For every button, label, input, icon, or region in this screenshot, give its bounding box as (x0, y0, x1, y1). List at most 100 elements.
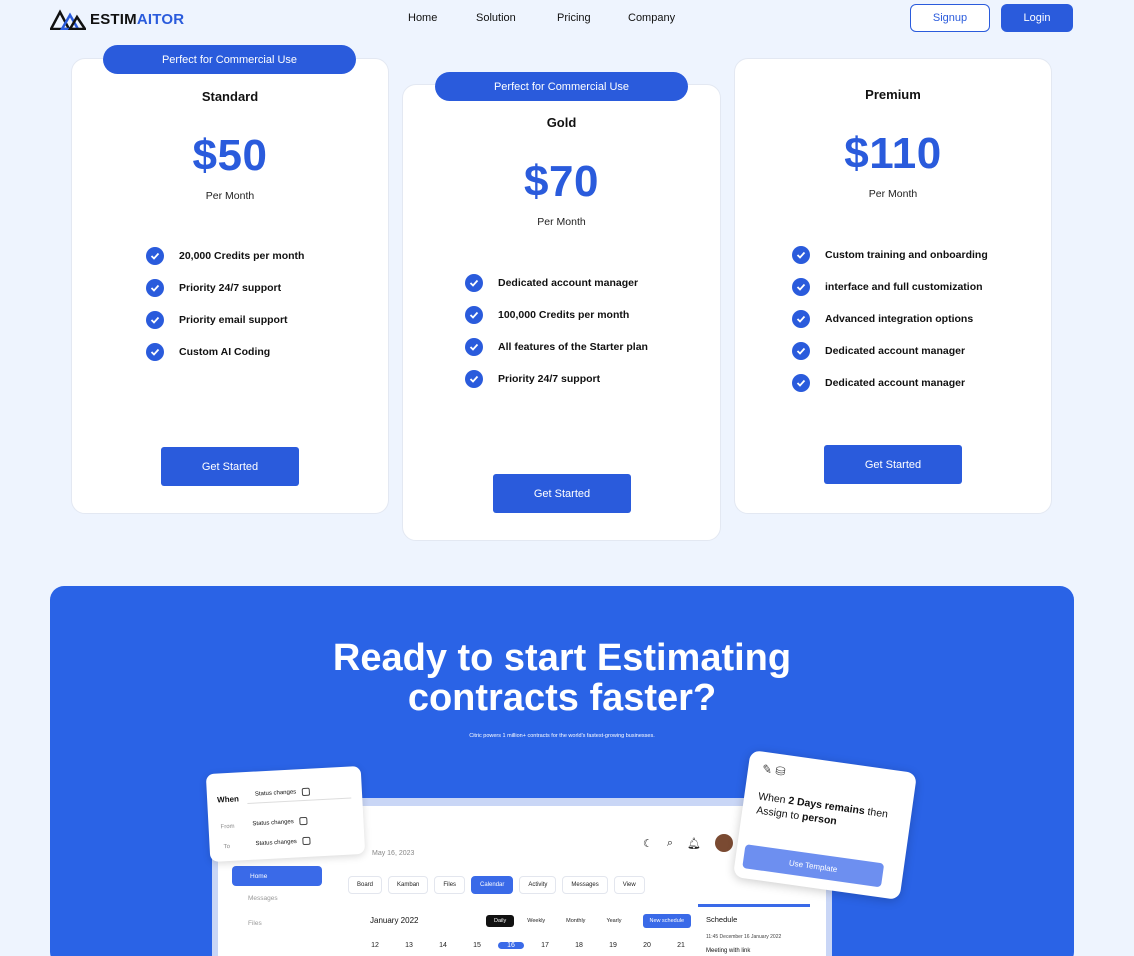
bell-icon[interactable]: 🔔︎ (687, 837, 701, 850)
nav-link-home[interactable]: Home (408, 12, 437, 24)
sidebar-item-home[interactable]: Home (232, 866, 322, 886)
sidebar-item-messages[interactable]: Messages (248, 895, 278, 902)
day-cell[interactable]: 12 (358, 942, 392, 949)
day-cell[interactable]: 15 (460, 942, 494, 949)
plan-badge: Perfect for Commercial Use (435, 72, 688, 101)
day-cell[interactable]: 14 (426, 942, 460, 949)
day-cell[interactable]: 19 (596, 942, 630, 949)
feature-item: Custom AI Coding (146, 336, 304, 368)
check-icon (792, 246, 810, 264)
automation-days-card: ✎ ⛁ When 2 Days remains then Assign to p… (732, 749, 918, 901)
chevron-down-icon (302, 836, 312, 846)
check-icon (146, 247, 164, 265)
cta-section: Ready to start Estimating contracts fast… (50, 586, 1074, 956)
tab-calendar[interactable]: Calendar (471, 876, 514, 894)
tab-activity[interactable]: Activity (519, 876, 557, 894)
day-cell[interactable]: 21 (664, 942, 698, 949)
plan-name: Premium (865, 87, 921, 102)
plan-badge: Perfect for Commercial Use (103, 45, 356, 74)
feature-item: Dedicated account manager (792, 367, 988, 399)
view-monthly[interactable]: Monthly (558, 915, 593, 927)
feature-item: 100,000 Credits per month (465, 299, 648, 331)
schedule-item[interactable]: Meeting with link (706, 948, 810, 954)
tab-messages[interactable]: Messages (562, 876, 608, 894)
search-icon[interactable]: ⌕ (667, 837, 673, 850)
chevron-down-icon (299, 816, 308, 826)
schedule-title: Schedule (706, 915, 738, 924)
feature-list: 20,000 Credits per month Priority 24/7 s… (146, 240, 304, 368)
feature-item: Dedicated account manager (792, 335, 988, 367)
feature-list: Custom training and onboarding interface… (792, 239, 988, 399)
feature-item: Dedicated account manager (465, 267, 648, 299)
logo-mark-icon (50, 9, 86, 30)
use-template-button[interactable]: Use Template (742, 844, 885, 888)
feature-item: All features of the Starter plan (465, 331, 648, 363)
plan-price: $110 (844, 129, 942, 178)
logo[interactable]: ESTIMAITOR (50, 8, 184, 30)
tab-view[interactable]: View (613, 876, 645, 894)
feature-list: Dedicated account manager 100,000 Credit… (465, 267, 648, 395)
signup-button[interactable]: Signup (910, 4, 990, 32)
nav-link-pricing[interactable]: Pricing (557, 12, 591, 24)
day-cell[interactable]: 20 (630, 942, 664, 949)
plan-card-premium: Premium $110 Per Month Custom training a… (734, 58, 1052, 514)
plan-card-standard: Standard $50 Per Month 20,000 Credits pe… (71, 58, 389, 514)
logo-text: ESTIMAITOR (90, 10, 185, 28)
app-date: May 16, 2023 (372, 850, 415, 857)
day-cell[interactable]: 17 (528, 942, 562, 949)
day-strip: 12 13 14 15 16 17 18 19 20 21 (358, 942, 698, 949)
top-nav: ESTIMAITOR Home Solution Pricing Company… (0, 0, 1134, 40)
login-button[interactable]: Login (1001, 4, 1073, 32)
get-started-button[interactable]: Get Started (161, 447, 299, 486)
check-icon (465, 338, 483, 356)
new-schedule-button[interactable]: New schedule (642, 914, 692, 928)
schedule-panel: Schedule 11:45 December 16 January 2022 … (698, 904, 810, 956)
avatar[interactable] (715, 834, 734, 852)
tab-bar: Board Kamban Files Calendar Activity Mes… (348, 876, 645, 894)
plan-name: Gold (546, 115, 577, 130)
app-header-icons: ☾ ⌕ 🔔︎ (643, 834, 734, 852)
check-icon (146, 279, 164, 297)
hero-subtitle: Citric powers 1 million+ contracts for t… (469, 733, 655, 739)
plan-period: Per Month (205, 190, 255, 202)
check-icon (792, 278, 810, 296)
get-started-button[interactable]: Get Started (824, 445, 962, 484)
feature-item: Custom training and onboarding (792, 239, 988, 271)
magic-wand-icon: ✎ ⛁ (761, 761, 787, 779)
from-select[interactable]: Status changes (252, 816, 308, 828)
plan-price: $70 (524, 157, 599, 206)
calendar-month: January 2022 (370, 916, 419, 925)
check-icon (146, 311, 164, 329)
day-cell[interactable]: 18 (562, 942, 596, 949)
sidebar-item-files[interactable]: Files (248, 920, 262, 927)
view-daily[interactable]: Daily (486, 915, 515, 927)
get-started-button[interactable]: Get Started (493, 474, 631, 513)
day-cell-active[interactable]: 16 (498, 942, 524, 949)
nav-link-company[interactable]: Company (628, 12, 675, 24)
feature-item: Priority email support (146, 304, 304, 336)
tab-kamban[interactable]: Kamban (388, 876, 429, 894)
plan-period: Per Month (537, 216, 586, 228)
check-icon (792, 342, 810, 360)
nav-link-solution[interactable]: Solution (476, 12, 516, 24)
when-label: When (216, 794, 240, 805)
feature-item: interface and full customization (792, 271, 988, 303)
feature-item: Advanced integration options (792, 303, 988, 335)
schedule-time: 11:45 December 16 January 2022 (706, 934, 782, 940)
from-label: From (220, 823, 235, 831)
to-select[interactable]: Status changes (255, 836, 312, 848)
feature-item: Priority 24/7 support (465, 363, 648, 395)
check-icon (465, 274, 483, 292)
day-cell[interactable]: 13 (392, 942, 426, 949)
feature-item: Priority 24/7 support (146, 272, 304, 304)
view-weekly[interactable]: Weekly (519, 915, 553, 927)
tab-board[interactable]: Board (348, 876, 383, 894)
when-select[interactable]: Status changes (246, 780, 352, 804)
to-label: To (223, 843, 231, 851)
feature-item: 20,000 Credits per month (146, 240, 304, 272)
plan-name: Standard (201, 89, 259, 104)
view-yearly[interactable]: Yearly (598, 915, 629, 927)
moon-icon[interactable]: ☾ (643, 837, 653, 850)
plan-period: Per Month (868, 188, 918, 200)
tab-files[interactable]: Files (434, 876, 466, 894)
